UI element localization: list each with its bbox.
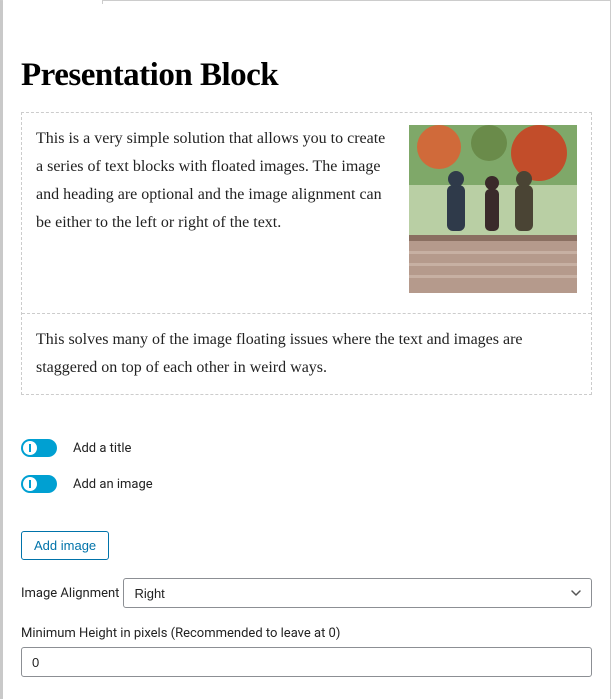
preview-box: This is a very simple solution that allo… <box>21 112 592 395</box>
min-height-input[interactable] <box>21 647 592 677</box>
toggle-add-image[interactable] <box>21 475 57 493</box>
block-editor-panel: Presentation Block <box>0 0 611 699</box>
preview-row-2: This solves many of the image floating i… <box>22 313 591 394</box>
tab-stub <box>3 0 103 4</box>
toggle-row-title: Add a title <box>21 439 592 457</box>
block-title[interactable]: Presentation Block <box>21 57 592 94</box>
preview-image[interactable] <box>409 125 577 293</box>
min-height-label: Minimum Height in pixels (Recommended to… <box>21 626 592 641</box>
alignment-label: Image Alignment <box>21 586 119 601</box>
toggle-row-image: Add an image <box>21 475 592 493</box>
photo-placeholder-icon <box>409 125 577 293</box>
block-content: Presentation Block <box>3 1 610 677</box>
add-image-button[interactable]: Add image <box>21 531 109 560</box>
toggle-add-title[interactable] <box>21 439 57 457</box>
alignment-row: Image Alignment Right <box>21 578 592 608</box>
preview-row-1: This is a very simple solution that allo… <box>22 113 591 313</box>
toggle-add-image-label: Add an image <box>73 477 153 492</box>
toggle-add-title-label: Add a title <box>73 441 131 456</box>
preview-paragraph-2[interactable]: This solves many of the image floating i… <box>36 326 577 382</box>
controls: Add a title Add an image Add image Image… <box>21 439 592 677</box>
alignment-select[interactable]: Right <box>123 578 592 608</box>
